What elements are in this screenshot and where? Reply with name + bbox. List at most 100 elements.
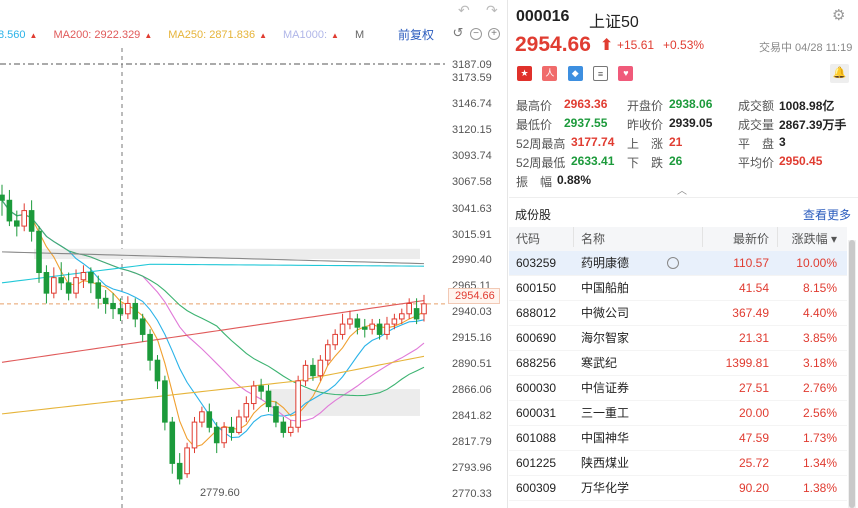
candle-body [332,333,338,346]
reset-icon[interactable]: ↺ [452,26,464,40]
tag-icon[interactable]: ◆ [567,66,583,81]
candle-body [391,318,398,325]
table-row[interactable]: 688256 寒武纪 1399.81 3.18% [509,351,847,376]
candle-body [125,302,131,315]
row-pct: 1.34% [802,456,837,470]
row-price: 25.72 [738,456,769,470]
y-tick-label: 3093.74 [452,150,492,162]
col-pct[interactable]: 涨跌幅 ▾ [792,227,837,251]
quote-key: 平 盘 [738,137,775,151]
row-price: 27.51 [738,381,769,395]
y-tick-label: 2770.33 [452,488,492,500]
candle-body [206,411,213,428]
col-name[interactable]: 名称 [581,227,605,251]
row-name: 海尔智家 [581,331,630,345]
candle-body [184,447,190,475]
row-pct: 2.76% [802,381,837,395]
quote-value: 0.88% [557,173,592,187]
row-price: 20.00 [738,406,769,420]
candle-body [339,323,346,335]
kline-chart[interactable] [0,0,448,508]
table-row[interactable]: 603259 药明康德 110.57 10.00% [509,251,847,276]
table-row[interactable]: 601225 陕西煤业 25.72 1.34% [509,451,847,476]
row-pct: 3.85% [802,331,837,345]
candle-body [80,272,87,281]
eye-icon[interactable] [667,257,679,269]
y-tick-label: 2793.96 [452,462,492,474]
candle-body [176,462,183,480]
ma-toggle-icon[interactable]: ▲ [331,31,339,40]
note-icon[interactable]: ≡ [593,66,609,81]
y-tick-label: 2817.79 [452,436,492,448]
quote-value: 3177.74 [571,135,615,149]
candle-body [65,282,72,294]
ma30-line [1,199,425,397]
row-price: 367.49 [732,306,769,320]
row-price: 41.54 [738,281,769,295]
table-row[interactable]: 600150 中国船舶 41.54 8.15% [509,276,847,301]
ma-cyan-line [1,263,425,284]
zoom-out-icon[interactable]: − [470,28,482,40]
kline-chart-pane[interactable]: ↶ ↷ 8.560 ▲ MA200: 2922.329 ▲ MA250: 2871.83… [0,0,508,508]
current-price-tag: 2954.66 [448,288,500,304]
y-tick-label: 3067.58 [452,176,492,188]
collapse-chevron-icon[interactable]: ︿ [677,182,687,197]
row-code: 600690 [516,331,557,345]
table-row[interactable]: 600309 万华化学 90.20 1.38% [509,476,847,501]
row-name: 寒武纪 [581,356,618,370]
y-tick-label: 3173.59 [452,72,492,84]
redo-icon[interactable]: ↷ [486,2,498,19]
candle-body [243,403,250,418]
y-tick-label: 3015.91 [452,229,492,241]
row-name: 中国神华 [581,431,630,445]
ma20-line [1,199,425,422]
candle-body [265,390,272,408]
table-row[interactable]: 600031 三一重工 20.00 2.56% [509,401,847,426]
row-pct: 4.40% [802,306,837,320]
ma-legend-item: MA200: 2922.329 [53,29,141,41]
row-code: 600030 [516,381,557,395]
zoom-in-icon[interactable]: + [488,28,500,40]
view-more-link[interactable]: 查看更多 [803,206,851,223]
row-name: 中信证券 [581,381,630,395]
table-row[interactable]: 600690 海尔智家 21.31 3.85% [509,326,847,351]
candle-body [287,426,294,433]
row-code: 603259 [516,256,557,270]
undo-icon[interactable]: ↶ [458,2,470,19]
candle-body [295,380,301,428]
ma-toggle-icon[interactable]: ▲ [259,31,267,40]
row-price: 1399.81 [725,356,769,370]
y-tick-label: 2890.51 [452,358,492,370]
candle-body [73,277,79,294]
candle-body [21,210,28,227]
quote-key: 昨收价 [627,118,664,132]
price-change-pct: +0.53% [663,38,705,52]
ma-toggle-icon[interactable]: ▲ [144,31,152,40]
row-code: 600031 [516,406,557,420]
ma-toggle-icon[interactable]: ▲ [30,31,38,40]
row-price: 47.59 [738,431,769,445]
candle-body [347,318,353,325]
quote-key: 成交量 [738,118,775,132]
constituents-title: 成份股 [515,208,552,222]
row-price: 90.20 [738,481,769,495]
table-row[interactable]: 601088 中国神华 47.59 1.73% [509,426,847,451]
row-name: 中国船舶 [581,281,630,295]
col-price[interactable]: 最新价 [733,227,769,251]
y-tick-label: 2990.40 [452,254,492,266]
row-code: 601088 [516,431,557,445]
candle-body [273,406,279,423]
adjust-mode-button[interactable]: 前复权 [398,26,434,43]
gear-icon[interactable]: ⚙ [832,6,845,24]
quote-panel: 000016 上证50 ⚙ 2954.66 ⬆ +15.61 +0.53% 交易… [509,0,858,508]
candle-body [102,297,109,304]
candle-body [139,318,146,335]
table-row[interactable]: 600030 中信证券 27.51 2.76% [509,376,847,401]
quote-key: 52周最高 [516,137,566,151]
col-code[interactable]: 代码 [516,227,540,251]
runner-icon[interactable]: 人 [542,66,558,81]
heart-icon[interactable]: ♥ [618,66,634,81]
bell-icon[interactable]: 🔔 [830,64,849,83]
table-row[interactable]: 688012 中微公司 367.49 4.40% [509,301,847,326]
scrollbar-thumb[interactable] [849,240,855,508]
